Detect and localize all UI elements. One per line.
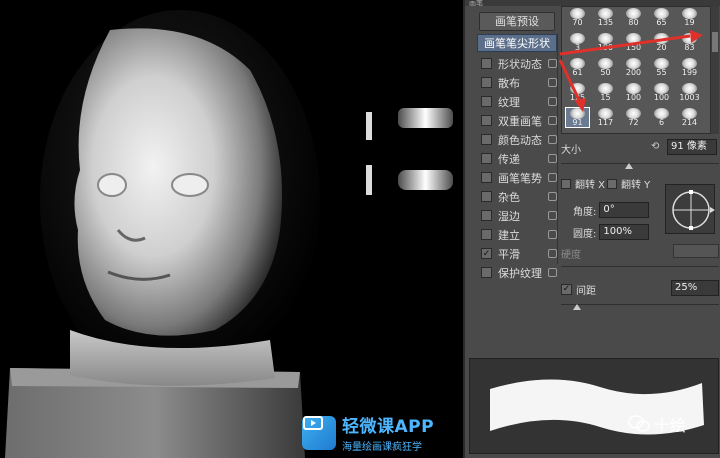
wechat-account: 十绘 (628, 412, 686, 436)
wechat-icon (628, 415, 650, 433)
annotation-arrows (558, 30, 703, 112)
wechat-account-name: 十绘 (654, 416, 687, 435)
